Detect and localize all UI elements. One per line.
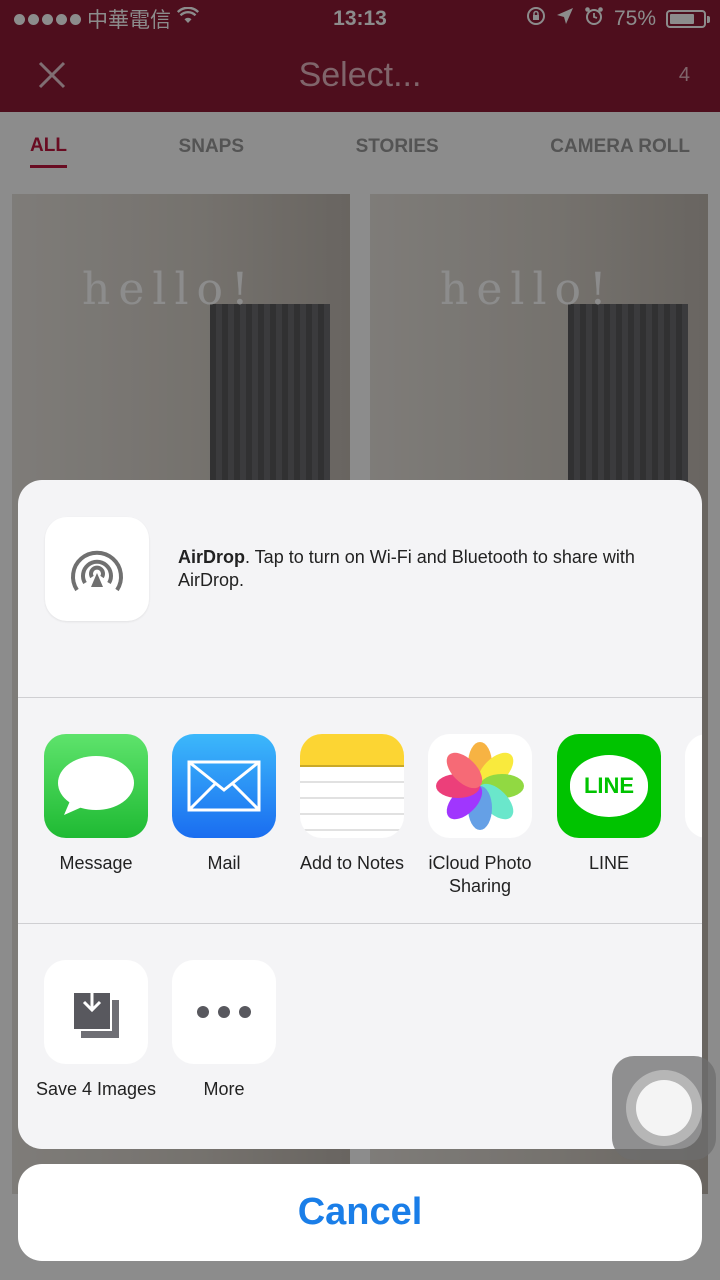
more-icon	[172, 960, 276, 1064]
airdrop-icon[interactable]	[45, 517, 149, 621]
cancel-button[interactable]: Cancel	[18, 1164, 702, 1261]
share-app-mail[interactable]: Mail	[160, 734, 288, 875]
notes-icon	[300, 734, 404, 838]
assistive-touch-button[interactable]	[612, 1056, 716, 1160]
share-app-icloud-photo-sharing[interactable]: iCloud Photo Sharing	[416, 734, 544, 898]
share-app-notes[interactable]: Add to Notes	[288, 734, 416, 875]
airdrop-message: . Tap to turn on Wi-Fi and Bluetooth to …	[178, 547, 635, 590]
share-app-line[interactable]: LINE LINE	[545, 734, 673, 875]
share-actions-row: Save 4 Images More	[18, 924, 702, 1149]
share-app-partial[interactable]	[685, 734, 702, 838]
airdrop-title: AirDrop	[178, 547, 245, 567]
line-icon-text: LINE	[583, 773, 635, 798]
airdrop-description: AirDrop. Tap to turn on Wi-Fi and Blueto…	[178, 546, 678, 592]
airdrop-section[interactable]: AirDrop. Tap to turn on Wi-Fi and Blueto…	[18, 480, 702, 698]
message-icon	[44, 734, 148, 838]
save-images-icon	[44, 960, 148, 1064]
line-icon: LINE	[557, 734, 661, 838]
photos-icon	[428, 734, 532, 838]
more-action[interactable]: More	[160, 960, 288, 1101]
save-images-action[interactable]: Save 4 Images	[32, 960, 160, 1101]
mail-icon	[172, 734, 276, 838]
share-apps-row: Message Mail Add to Notes iCloud Photo S…	[18, 698, 702, 924]
share-app-message[interactable]: Message	[32, 734, 160, 875]
share-sheet: AirDrop. Tap to turn on Wi-Fi and Blueto…	[18, 480, 702, 1149]
app-icon	[685, 734, 702, 838]
